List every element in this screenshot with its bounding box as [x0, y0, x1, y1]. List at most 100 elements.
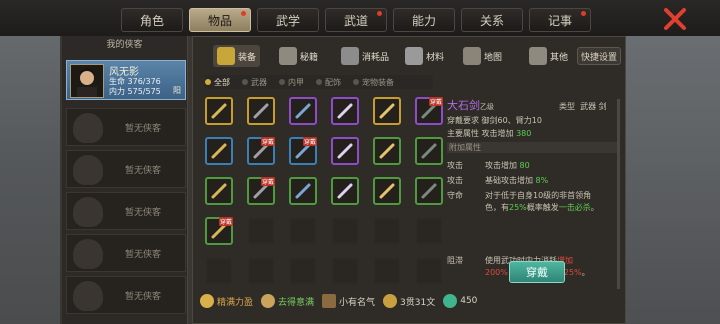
equipped-badge: 穿戴 — [218, 217, 233, 226]
item-slot[interactable] — [205, 137, 233, 165]
empty-item-slot[interactable] — [289, 257, 317, 285]
tab-martial-arts[interactable]: 武学 — [257, 8, 319, 32]
tab-relations[interactable]: 关系 — [461, 8, 523, 32]
fame-icon — [322, 294, 337, 308]
item-icon — [420, 182, 438, 200]
status-text: 小有名气 — [339, 297, 376, 308]
empty-slot-label: 暂无侠客 — [125, 292, 162, 302]
attr-text: 基础攻击增加 — [485, 176, 533, 185]
item-slot[interactable]: 穿戴 — [289, 137, 317, 165]
item-slot[interactable]: 穿戴 — [247, 177, 275, 205]
quick-setting-button[interactable]: 快捷设置 — [577, 47, 621, 65]
empty-item-slot[interactable] — [415, 217, 443, 245]
empty-hero-slot[interactable]: 暂无侠客 — [66, 108, 186, 146]
empty-item-slot[interactable] — [247, 257, 275, 285]
radio-icon — [279, 79, 285, 85]
empty-item-slot[interactable] — [373, 257, 401, 285]
category-materials[interactable]: 材料 — [405, 47, 444, 65]
item-slot[interactable]: 穿戴 — [205, 217, 233, 245]
category-maps[interactable]: 地图 — [463, 47, 502, 65]
status-text: 450 — [460, 296, 478, 306]
status-gems: 450 — [443, 294, 477, 308]
empty-hero-slot[interactable]: 暂无侠客 — [66, 276, 186, 314]
item-slot[interactable]: 穿戴 — [247, 137, 275, 165]
type-value: 武器 剑 — [580, 102, 607, 111]
empty-hero-slot[interactable]: 暂无侠客 — [66, 192, 186, 230]
item-icon — [336, 142, 354, 160]
filter-armor[interactable]: 内甲 — [279, 77, 304, 88]
empty-slot-label: 暂无侠客 — [125, 124, 162, 134]
empty-hero-slot[interactable]: 暂无侠客 — [66, 150, 186, 188]
empty-item-slot[interactable] — [331, 217, 359, 245]
category-label: 其他 — [550, 52, 569, 63]
item-grade: 乙级 — [480, 103, 494, 111]
hero-card-selected[interactable]: 风无影 生命 376/376 内力 575/575 阳 — [66, 60, 186, 100]
scrollbar[interactable] — [617, 99, 620, 289]
item-slot[interactable] — [205, 177, 233, 205]
item-slot[interactable] — [247, 97, 275, 125]
guard-effect: 一击必杀 — [558, 203, 591, 212]
item-slot[interactable] — [415, 137, 443, 165]
item-slot[interactable] — [373, 137, 401, 165]
category-manuals[interactable]: 秘籍 — [279, 47, 318, 65]
radio-icon — [353, 79, 359, 85]
empty-hero-slot[interactable]: 暂无侠客 — [66, 234, 186, 272]
requirement-label: 穿戴要求 — [447, 116, 479, 125]
tab-journal[interactable]: 记事 — [529, 8, 591, 32]
filter-accessory[interactable]: 配饰 — [316, 77, 341, 88]
category-consumables[interactable]: 消耗品 — [341, 47, 389, 65]
item-icon — [294, 102, 312, 120]
filter-all[interactable]: 全部 — [205, 77, 230, 88]
filter-weapon[interactable]: 武器 — [242, 77, 267, 88]
tab-martial-way[interactable]: 武道 — [325, 8, 387, 32]
radio-icon — [316, 79, 322, 85]
guard-text: 概率触发 — [526, 203, 559, 212]
filter-pet-gear[interactable]: 宠物装备 — [353, 77, 394, 88]
item-slot[interactable] — [331, 137, 359, 165]
item-slot[interactable] — [331, 97, 359, 125]
item-slot[interactable] — [415, 177, 443, 205]
category-equipment[interactable]: 装备 — [213, 45, 261, 67]
tab-label: 关系 — [479, 13, 504, 28]
category-label: 秘籍 — [300, 52, 319, 63]
category-label: 材料 — [426, 52, 445, 63]
requirement-value: 御剑60、臂力10 — [481, 116, 542, 125]
equipped-badge: 穿戴 — [428, 97, 443, 106]
notification-dot — [581, 11, 586, 16]
status-fame: 小有名气 — [322, 294, 375, 308]
guard-chance: 25% — [509, 203, 527, 212]
category-other[interactable]: 其他 — [529, 47, 568, 65]
tab-ability[interactable]: 能力 — [393, 8, 455, 32]
empty-item-slot[interactable] — [415, 257, 443, 285]
filter-label: 武器 — [251, 77, 267, 87]
item-slot[interactable] — [331, 177, 359, 205]
attr-label: 攻击 — [447, 161, 463, 170]
item-icon — [378, 182, 396, 200]
filter-label: 全部 — [214, 77, 230, 87]
item-slot[interactable] — [289, 177, 317, 205]
item-slot[interactable] — [373, 97, 401, 125]
item-slot[interactable]: 穿戴 — [415, 97, 443, 125]
attr-value: 8% — [535, 176, 549, 185]
tab-items[interactable]: 物品 — [189, 8, 251, 32]
item-icon — [210, 182, 228, 200]
item-slot[interactable] — [373, 177, 401, 205]
empty-item-slot[interactable] — [205, 257, 233, 285]
filter-label: 配饰 — [325, 77, 341, 87]
close-icon[interactable] — [662, 6, 688, 32]
empty-item-slot[interactable] — [247, 217, 275, 245]
empty-item-slot[interactable] — [289, 217, 317, 245]
attr-label: 攻击 — [447, 176, 463, 185]
filter-label: 内甲 — [288, 77, 304, 87]
main-attr-label: 主要属性 — [447, 129, 479, 138]
wear-button[interactable]: 穿戴 — [509, 261, 565, 283]
empty-item-slot[interactable] — [373, 217, 401, 245]
block-label: 阻滞 — [447, 256, 463, 265]
empty-item-slot[interactable] — [331, 257, 359, 285]
tab-character[interactable]: 角色 — [121, 8, 183, 32]
item-icon — [378, 102, 396, 120]
item-slot[interactable] — [289, 97, 317, 125]
item-slot[interactable] — [205, 97, 233, 125]
item-icon — [210, 142, 228, 160]
category-label: 消耗品 — [362, 52, 390, 63]
